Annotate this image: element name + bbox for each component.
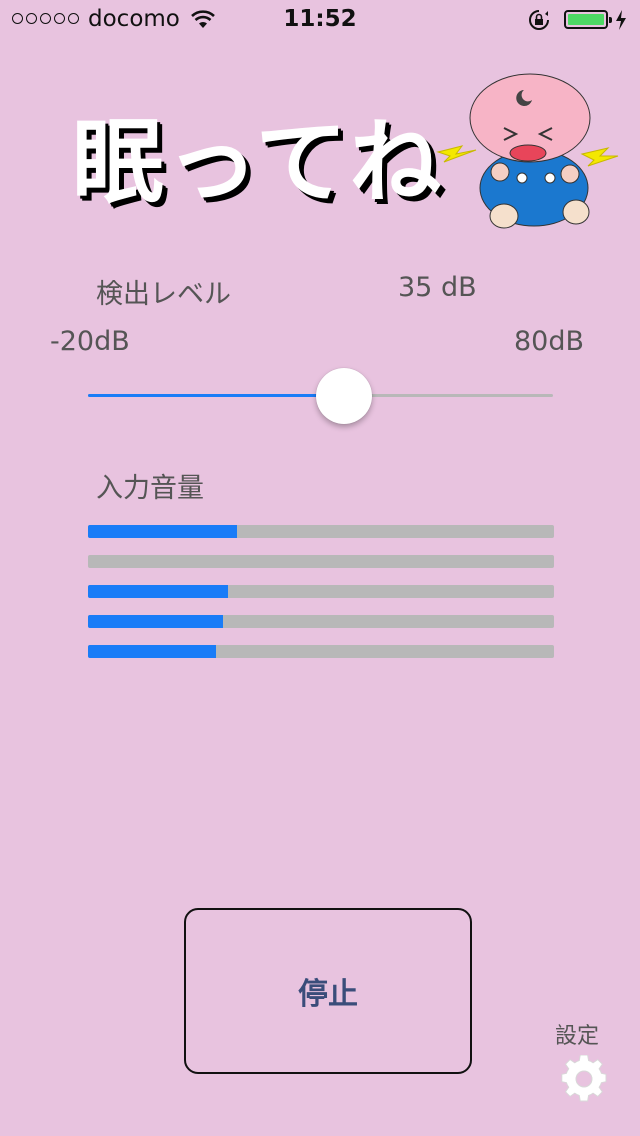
volume-meter: [88, 645, 554, 658]
stop-button[interactable]: 停止: [184, 908, 472, 1074]
detection-level-value: 35 dB: [398, 272, 477, 303]
volume-meter-fill: [88, 615, 224, 628]
slider-min-label: -20dB: [50, 326, 130, 357]
rotation-lock-icon: [529, 10, 549, 30]
input-volume-meters: [88, 525, 554, 675]
battery-icon: [564, 10, 612, 29]
crying-baby-icon: [436, 73, 619, 229]
detection-level-slider[interactable]: [88, 368, 553, 424]
volume-meter-fill: [88, 525, 238, 538]
volume-meter: [88, 585, 554, 598]
gear-icon[interactable]: [560, 1055, 608, 1103]
settings-label[interactable]: 設定: [555, 1018, 599, 1050]
slider-track-fill: [88, 394, 344, 397]
volume-meter: [88, 555, 554, 568]
detection-level-label: 検出レベル: [96, 279, 231, 310]
status-bar: docomo 11:52: [0, 0, 640, 40]
slider-thumb[interactable]: [315, 368, 372, 424]
input-volume-label: 入力音量: [96, 473, 204, 504]
battery-level: [568, 14, 604, 25]
volume-meter: [88, 615, 554, 628]
volume-meter-fill: [88, 585, 228, 598]
charging-icon: [616, 10, 626, 30]
volume-meter-fill: [88, 645, 217, 658]
app-title: 眠ってね: [72, 109, 444, 216]
volume-meter: [88, 525, 554, 538]
slider-max-label: 80dB: [514, 326, 585, 357]
